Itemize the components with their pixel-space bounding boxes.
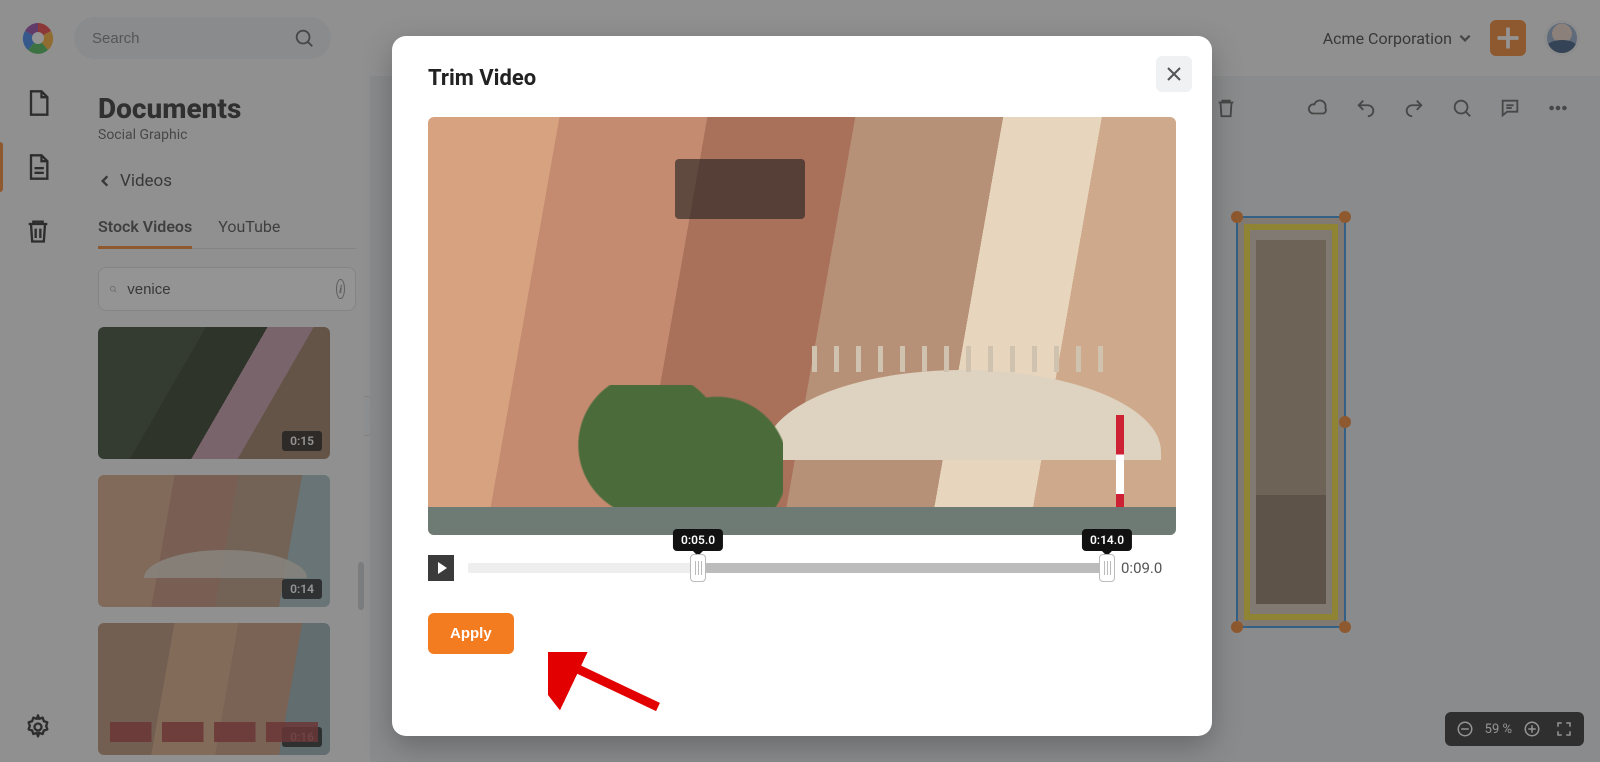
trim-start-tooltip: 0:05.0 bbox=[673, 529, 723, 551]
close-button[interactable] bbox=[1156, 56, 1192, 92]
play-button[interactable] bbox=[428, 555, 454, 581]
apply-button[interactable]: Apply bbox=[428, 613, 514, 654]
trim-controls: 0:05.0 0:14.0 0:09.0 bbox=[428, 555, 1176, 581]
trim-track[interactable]: 0:05.0 0:14.0 bbox=[468, 563, 1107, 573]
trim-end-handle[interactable] bbox=[1099, 554, 1115, 582]
trim-end-tooltip: 0:14.0 bbox=[1082, 529, 1132, 551]
trim-start-handle[interactable] bbox=[690, 554, 706, 582]
close-icon bbox=[1166, 66, 1182, 82]
trim-video-modal: Trim Video 0:05.0 0:14.0 0:09.0 Apply bbox=[392, 36, 1212, 736]
modal-title: Trim Video bbox=[428, 66, 1176, 91]
trim-duration: 0:09.0 bbox=[1121, 559, 1176, 577]
play-icon bbox=[438, 562, 447, 574]
video-preview[interactable] bbox=[428, 117, 1176, 535]
